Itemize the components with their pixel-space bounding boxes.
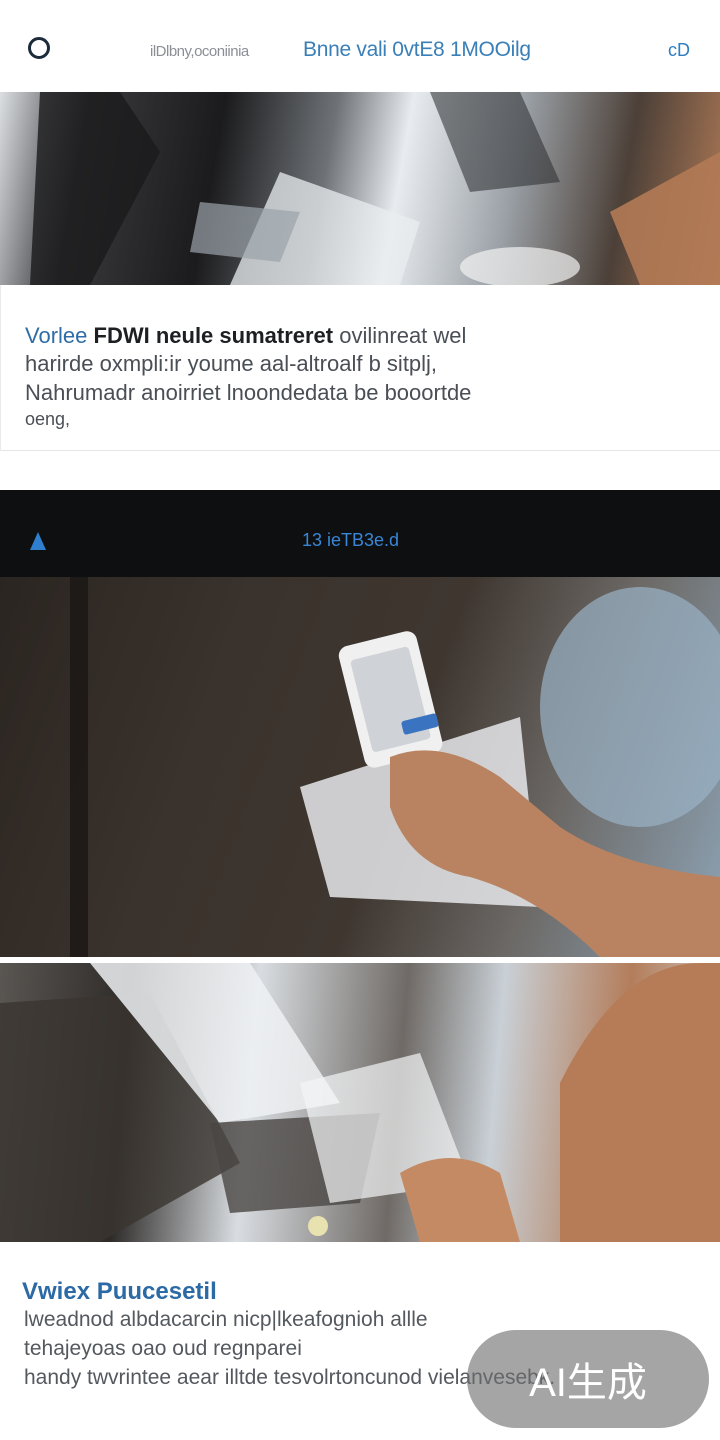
top-header: ilDlbny,oconiinia Bnne vali 0vtE8 1MOOil… [0,0,720,92]
card-2-heading: Vwiex Puucesetil [22,1278,217,1305]
card-1-line-2: harirde oxmpli:ir youme aal-altroalf b s… [25,351,438,376]
ai-generated-watermark: AI生成 [467,1330,709,1428]
phone-photo[interactable] [0,577,720,957]
bookmark-half-icon[interactable] [26,530,50,554]
card-1-line-1: Vorlee FDWI neule sumatreret ovilinreat … [25,323,466,349]
card-2-line-2: tehajeyoas oao oud regnparei [24,1337,302,1360]
article-card-1[interactable]: Vorlee FDWI neule sumatreret ovilinreat … [0,285,720,451]
desk-photo[interactable] [0,963,720,1242]
desk-photo-shapes [0,963,720,1242]
phone-photo-shapes [70,577,720,957]
header-subtitle: ilDlbny,oconiinia [150,43,249,60]
card-1-line-1-rest: ovilinreat wel [339,323,467,348]
logo-icon[interactable] [28,37,50,59]
section-bar-title: 13 ieTB3e.d [302,530,400,550]
card-1-line-1-blue: Vorlee [25,323,88,348]
page: ilDlbny,oconiinia Bnne vali 0vtE8 1MOOil… [0,0,720,1440]
card-1-line-4: oeng, [25,409,71,429]
card-2-line-1: lweadnod albdacarcin nicp|lkeafognioh al… [24,1308,428,1331]
header-action-button[interactable]: cD [668,40,690,61]
card-1-line-3: Nahrumadr anoirriet lnoondedata be booor… [25,380,472,405]
header-title: Bnne vali 0vtE8 1MOOilg [303,38,531,61]
section-bar: 13 ieTB3e.d [0,490,720,577]
hero-photo-shapes [30,92,720,285]
hero-photo[interactable] [0,92,720,285]
card-1-line-1-dark: FDWI neule sumatreret [93,323,334,348]
